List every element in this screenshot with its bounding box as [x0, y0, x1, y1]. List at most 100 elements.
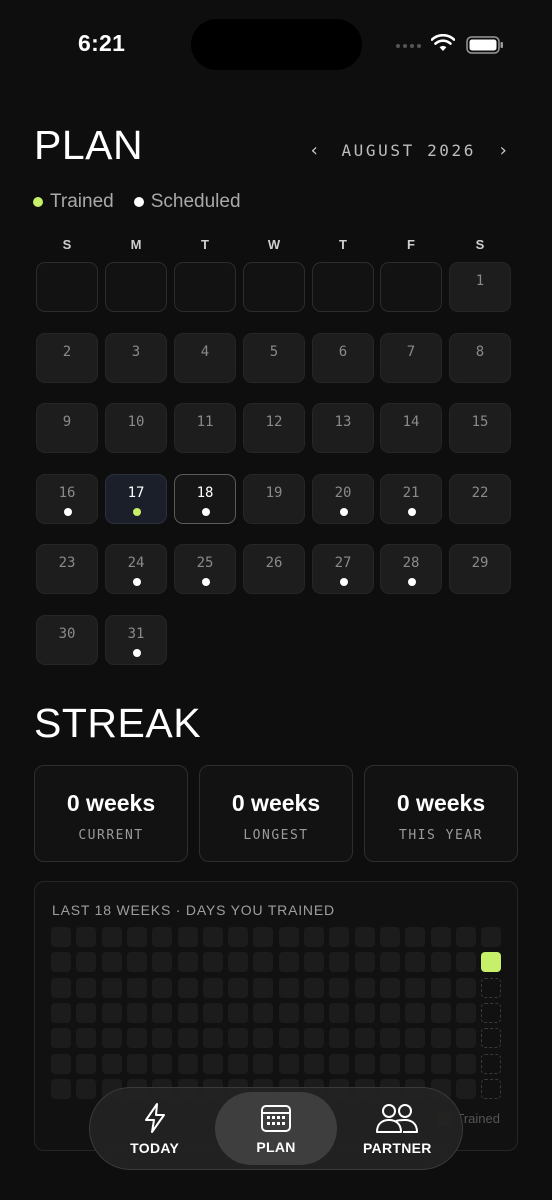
- heatmap-cell: [102, 927, 122, 947]
- heatmap-cell: [355, 1003, 375, 1023]
- day-number: 9: [62, 414, 72, 430]
- tab-partner[interactable]: PARTNER: [337, 1092, 458, 1165]
- scheduled-dot-icon: [202, 578, 210, 586]
- calendar-day[interactable]: 22: [449, 474, 511, 524]
- calendar-day[interactable]: 16: [36, 474, 98, 524]
- heatmap-cell: [76, 1079, 96, 1099]
- weekday-header: F: [407, 237, 415, 252]
- calendar-day[interactable]: 7: [380, 333, 442, 383]
- heatmap-cell: [279, 952, 299, 972]
- heatmap-cell: [405, 927, 425, 947]
- day-number: 19: [265, 485, 283, 501]
- day-number: 5: [269, 344, 279, 360]
- heatmap-cell: [355, 1028, 375, 1048]
- heatmap-cell: [481, 1028, 501, 1048]
- heatmap-cell: [431, 1028, 451, 1048]
- calendar-day[interactable]: 29: [449, 544, 511, 594]
- stat-value: 0 weeks: [231, 790, 321, 816]
- heatmap-cell: [253, 927, 273, 947]
- tab-plan[interactable]: PLAN: [215, 1092, 337, 1165]
- calendar-day[interactable]: 11: [174, 403, 236, 453]
- weekday-header: T: [201, 237, 209, 252]
- scheduled-dot-icon: [408, 578, 416, 586]
- calendar-day[interactable]: 10: [105, 403, 167, 453]
- heatmap-cell: [253, 1054, 273, 1074]
- day-number: 29: [471, 555, 489, 571]
- calendar-day[interactable]: 13: [312, 403, 374, 453]
- page-title: PLAN: [34, 122, 144, 168]
- scheduled-dot-icon: [340, 578, 348, 586]
- chevron-left-icon[interactable]: ‹: [303, 140, 325, 161]
- calendar-day[interactable]: 27: [312, 544, 374, 594]
- heatmap-cell: [329, 978, 349, 998]
- trained-dot-icon: [133, 508, 141, 516]
- calendar-day[interactable]: 8: [449, 333, 511, 383]
- heatmap-cell: [279, 1028, 299, 1048]
- heatmap-cell: [76, 1028, 96, 1048]
- tab-label: TODAY: [130, 1139, 180, 1156]
- heatmap-cell: [203, 978, 223, 998]
- dynamic-island: [191, 19, 362, 70]
- heatmap-cell: [380, 1003, 400, 1023]
- heatmap-cell: [431, 978, 451, 998]
- calendar-day[interactable]: 14: [380, 403, 442, 453]
- day-number: 11: [196, 414, 214, 430]
- day-number: 25: [196, 555, 214, 571]
- tab-today[interactable]: TODAY: [94, 1092, 215, 1165]
- heatmap-cell: [127, 978, 147, 998]
- calendar-day[interactable]: 28: [380, 544, 442, 594]
- wifi-icon: [431, 34, 455, 51]
- calendar-day[interactable]: 5: [243, 333, 305, 383]
- stat-value: 0 weeks: [66, 790, 156, 816]
- heatmap-cell: [380, 978, 400, 998]
- heatmap-cell: [152, 1003, 172, 1023]
- heatmap-cell: [405, 1054, 425, 1074]
- calendar-day[interactable]: 1: [449, 262, 511, 312]
- calendar-day[interactable]: 25: [174, 544, 236, 594]
- heatmap-cell: [481, 1054, 501, 1074]
- calendar-day[interactable]: 17: [105, 474, 167, 524]
- day-number: 18: [196, 485, 214, 501]
- day-number: 1: [475, 273, 485, 289]
- heatmap-cell: [329, 952, 349, 972]
- weekday-header: T: [339, 237, 347, 252]
- calendar-day[interactable]: 30: [36, 615, 98, 665]
- status-time: 6:21: [78, 30, 126, 56]
- heatmap-cell: [253, 978, 273, 998]
- calendar-day[interactable]: 24: [105, 544, 167, 594]
- calendar-day[interactable]: 6: [312, 333, 374, 383]
- heatmap-cell: [127, 1003, 147, 1023]
- tab-bar: TODAY PLAN PARTNER: [89, 1087, 463, 1170]
- stat-card-this-year: 0 weeks THIS YEAR: [364, 765, 518, 862]
- calendar-day[interactable]: 31: [105, 615, 167, 665]
- calendar-day[interactable]: 21: [380, 474, 442, 524]
- calendar-day[interactable]: 3: [105, 333, 167, 383]
- calendar-day[interactable]: 20: [312, 474, 374, 524]
- heatmap-cell: [355, 952, 375, 972]
- day-number: 10: [127, 414, 145, 430]
- calendar-day[interactable]: 26: [243, 544, 305, 594]
- heatmap-cell: [329, 1028, 349, 1048]
- heatmap-cell: [102, 1003, 122, 1023]
- day-number: 4: [200, 344, 210, 360]
- heatmap-cell: [456, 1054, 476, 1074]
- heatmap-cell: [228, 1054, 248, 1074]
- chevron-right-icon[interactable]: ›: [492, 140, 514, 161]
- scheduled-dot-icon: [133, 578, 141, 586]
- heatmap-cell: [304, 952, 324, 972]
- calendar-day[interactable]: 2: [36, 333, 98, 383]
- calendar-day[interactable]: 18: [174, 474, 236, 524]
- tab-label: PLAN: [256, 1138, 296, 1155]
- calendar-day[interactable]: 19: [243, 474, 305, 524]
- calendar-day[interactable]: 23: [36, 544, 98, 594]
- heatmap-cell: [304, 1003, 324, 1023]
- heatmap-cell: [431, 952, 451, 972]
- stat-value: 0 weeks: [396, 790, 486, 816]
- calendar-day[interactable]: 9: [36, 403, 98, 453]
- heatmap-cell: [279, 927, 299, 947]
- heatmap-cell: [253, 1003, 273, 1023]
- calendar-day[interactable]: 4: [174, 333, 236, 383]
- calendar-day[interactable]: 12: [243, 403, 305, 453]
- calendar-day[interactable]: 15: [449, 403, 511, 453]
- heatmap-cell: [102, 1028, 122, 1048]
